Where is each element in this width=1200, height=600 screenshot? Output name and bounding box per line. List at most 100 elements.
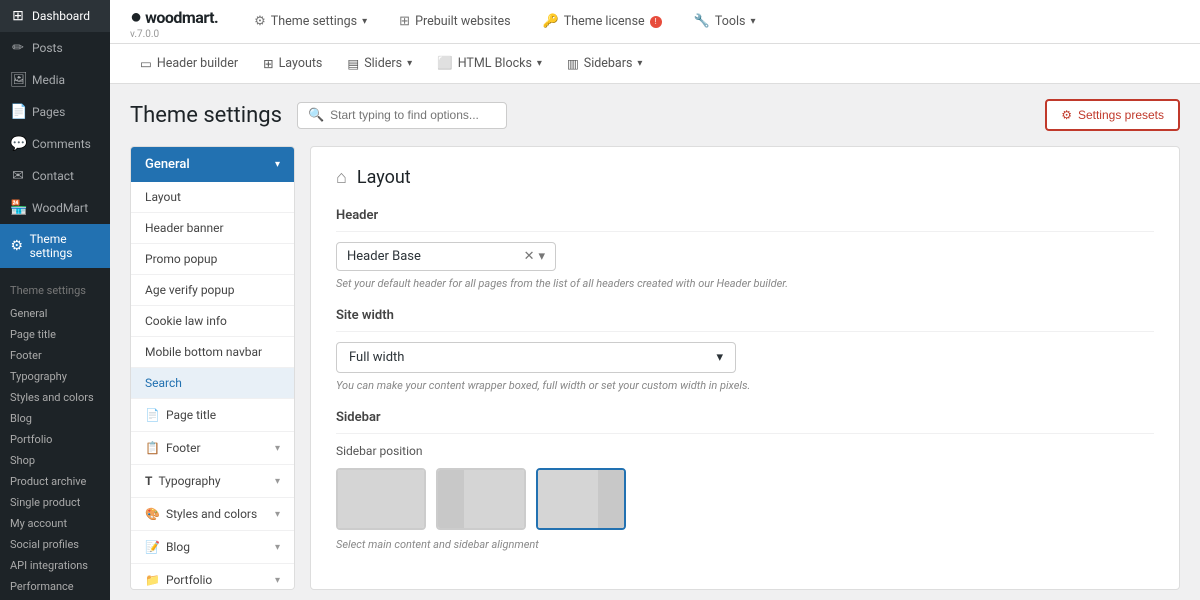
sidebar-item-label: Theme settings [30,232,100,260]
sidebar-item-label: Posts [32,41,63,55]
theme-settings-icon: ⚙ [10,238,24,254]
site-width-select[interactable]: Full width ▾ [336,342,736,373]
sidebar-section-row: Sidebar [336,410,1154,434]
chevron-down-icon: ▾ [716,350,723,365]
menu-item-age-verify[interactable]: Age verify popup [131,275,294,306]
header-hint: Set your default header for all pages fr… [336,277,1154,290]
sidebar-item-theme-settings[interactable]: ⚙ Theme settings [0,224,110,268]
header-select[interactable]: Header Base ✕ ▾ [336,242,556,271]
layout-icon: ⌂ [336,167,347,188]
second-nav-label: HTML Blocks [458,56,532,71]
sidebar-item-dashboard[interactable]: ⊞ Dashboard [0,0,110,32]
sidebar-item-pages[interactable]: 📄 Pages [0,96,110,128]
pages-icon: 📄 [10,104,26,120]
brand-name: ● woodmart. [130,4,218,29]
panel-title: ⌂ Layout [336,167,1154,188]
typography-section-label: T Typography [145,474,221,488]
second-nav-sidebars[interactable]: ▥ Sidebars ▾ [557,51,653,77]
right-main-preview [538,470,598,528]
sidebar-item-label: Dashboard [32,9,90,23]
menu-item-header-banner[interactable]: Header banner [131,213,294,244]
chevron-down-icon: ▾ [362,16,367,27]
top-nav-item-label: Tools [715,14,746,29]
sidebar-option-left[interactable] [436,468,526,530]
header-builder-icon: ▭ [140,56,152,72]
top-nav-prebuilt[interactable]: ⊞ Prebuilt websites [393,10,516,33]
chevron-down-icon[interactable]: ▾ [538,249,545,264]
sidebar-item-media[interactable]: 🖼 Media [0,64,110,96]
section-styles-colors[interactable]: 🎨 Styles and colors ▾ [131,498,294,531]
site-width-value: Full width [349,350,404,365]
sidebar-item-posts[interactable]: ✏ Posts [0,32,110,64]
sidebar-item-comments[interactable]: 💬 Comments [0,128,110,160]
settings-presets-label: Settings presets [1078,108,1164,122]
blog-section-label: 📝 Blog [145,540,190,554]
menu-item-layout[interactable]: Layout [131,182,294,213]
sliders-icon: ▤ [347,56,359,72]
chevron-down-icon: ▾ [407,58,412,69]
two-panel: General ▾ Layout Header banner Promo pop… [130,146,1180,590]
chevron-up-icon: ▾ [275,159,280,170]
top-nav-license[interactable]: 🔑 Theme license ! [537,10,668,33]
menu-item-search[interactable]: Search [131,368,294,399]
general-label: General [145,157,190,172]
sidebar-item-label: Comments [32,137,91,151]
sidebar-item-label: Pages [32,105,65,119]
site-width-hint: You can make your content wrapper boxed,… [336,379,1154,392]
panel-title-text: Layout [357,167,411,188]
top-nav-item-label: Theme settings [271,14,357,29]
posts-icon: ✏ [10,40,26,56]
clear-icon[interactable]: ✕ [524,249,535,264]
sidebars-icon: ▥ [567,56,579,72]
settings-panel: ⌂ Layout Header Header Base ✕ ▾ Set your… [310,146,1180,590]
search-input[interactable] [330,108,496,122]
top-nav-theme-settings[interactable]: ⚙ Theme settings ▾ [248,10,373,33]
page-title: Theme settings [130,103,282,128]
license-icon: 🔑 [543,14,559,29]
chevron-down-icon: ▾ [275,542,280,553]
layouts-icon: ⊞ [263,56,273,72]
top-nav-tools[interactable]: 🔧 Tools ▾ [688,10,762,33]
second-nav-header-builder[interactable]: ▭ Header builder [130,51,248,77]
header-select-value: Header Base [347,249,421,264]
menu-item-mobile-navbar[interactable]: Mobile bottom navbar [131,337,294,368]
footer-section-label: 📋 Footer [145,441,201,455]
section-footer[interactable]: 📋 Footer ▾ [131,432,294,465]
second-nav-sliders[interactable]: ▤ Sliders ▾ [337,51,422,77]
settings-presets-button[interactable]: ⚙ Settings presets [1045,99,1180,131]
tools-icon: 🔧 [694,14,710,29]
sidebar-item-woodmart[interactable]: 🏪 WoodMart [0,192,110,224]
sidebar-option-right[interactable] [536,468,626,530]
dashboard-icon: ⊞ [10,8,26,24]
search-box[interactable]: 🔍 [297,102,507,129]
full-layout-preview [338,470,424,528]
blog-icon: 📝 [145,540,160,554]
site-width-section-row: Site width [336,308,1154,332]
left-sidebar-preview [438,470,464,528]
chevron-down-icon: ▾ [637,58,642,69]
general-section-header[interactable]: General ▾ [131,147,294,182]
section-blog[interactable]: 📝 Blog ▾ [131,531,294,564]
top-nav-item-label: Prebuilt websites [415,14,511,29]
menu-item-cookie[interactable]: Cookie law info [131,306,294,337]
search-icon: 🔍 [308,108,324,123]
sidebar-item-contact[interactable]: ✉ Contact [0,160,110,192]
chevron-down-icon: ▾ [750,16,755,27]
second-nav-html-blocks[interactable]: ⬜ HTML Blocks ▾ [427,51,552,76]
section-portfolio[interactable]: 📁 Portfolio ▾ [131,564,294,590]
sidebar-hint: Select main content and sidebar alignmen… [336,538,1154,551]
settings-sidebar: General ▾ Layout Header banner Promo pop… [130,146,295,590]
menu-item-promo-popup[interactable]: Promo popup [131,244,294,275]
second-nav: ▭ Header builder ⊞ Layouts ▤ Sliders ▾ ⬜… [110,44,1200,84]
sidebar-item-label: Media [32,73,65,87]
content-area: Theme settings 🔍 ⚙ Settings presets Gene… [110,84,1200,600]
sidebar-options [336,468,1154,530]
section-page-title[interactable]: 📄 Page title [131,399,294,432]
brand-version: v.7.0.0 [130,29,218,40]
section-typography[interactable]: T Typography ▾ [131,465,294,498]
sidebar-item-label: Contact [32,169,74,183]
sidebar-option-full[interactable] [336,468,426,530]
footer-icon: 📋 [145,441,160,455]
second-nav-layouts[interactable]: ⊞ Layouts [253,51,332,77]
right-sidebar-preview [598,470,624,528]
